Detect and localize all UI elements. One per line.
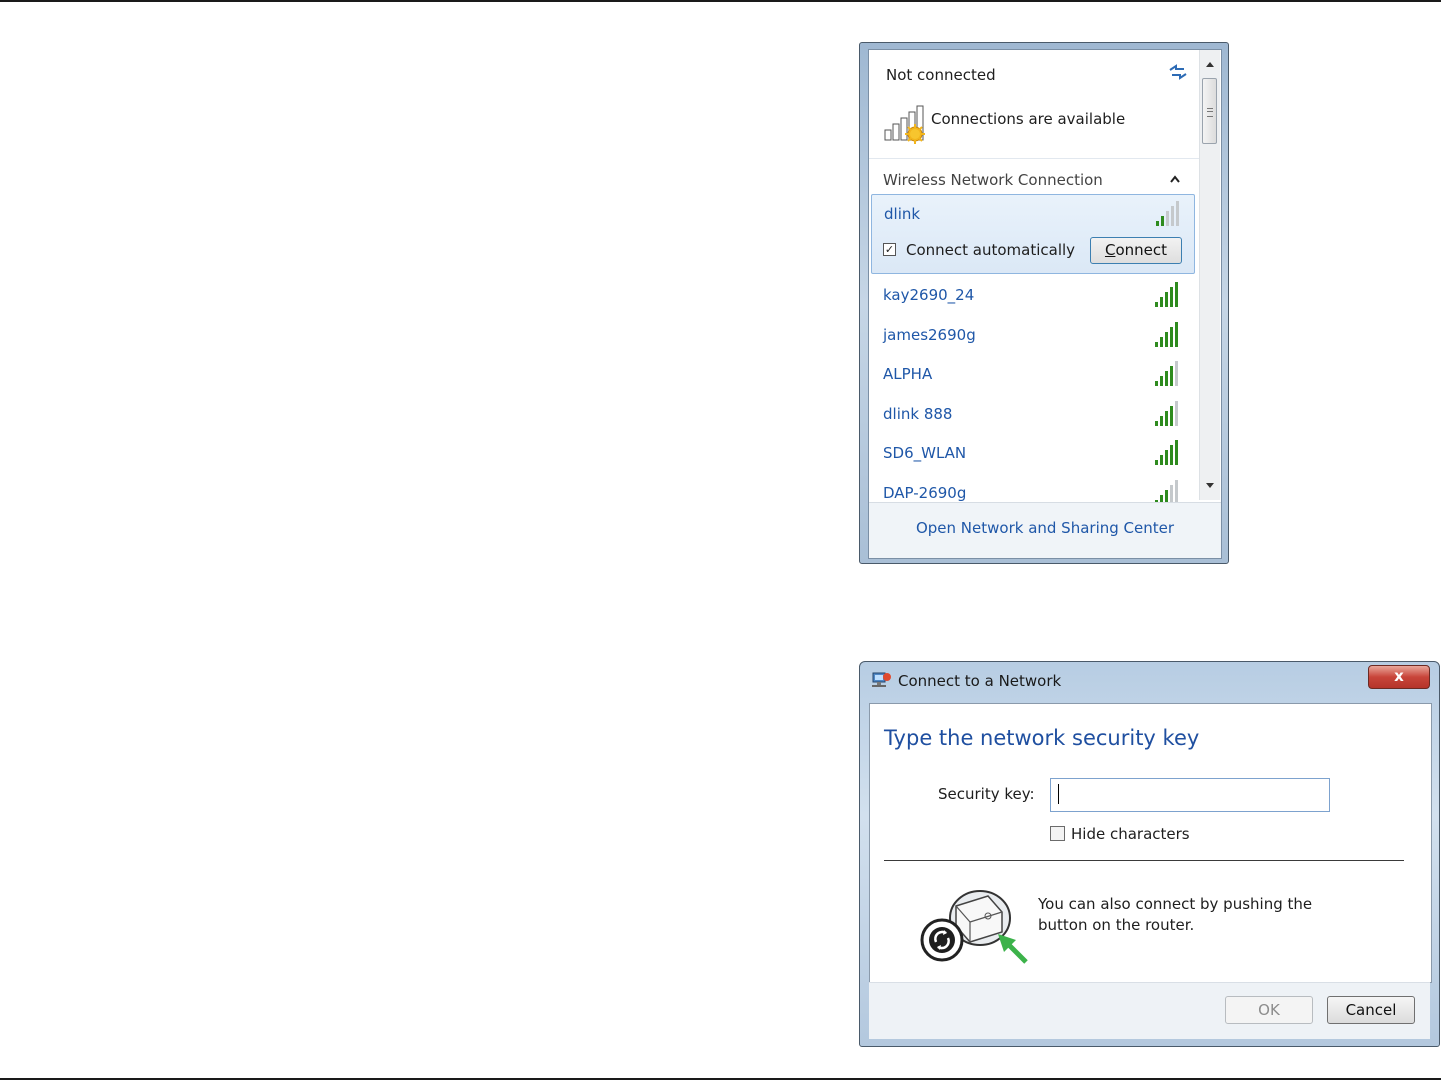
signal-bar xyxy=(1160,416,1163,426)
signal-bar xyxy=(1160,297,1163,307)
signal-bar xyxy=(1155,460,1158,465)
network-item[interactable]: dlink 888 xyxy=(869,395,1199,435)
dialog-heading: Type the network security key xyxy=(884,726,1200,750)
signal-strength-icon xyxy=(1155,361,1178,386)
signal-bar xyxy=(1156,221,1159,226)
signal-strength-icon xyxy=(1155,282,1178,307)
signal-bar xyxy=(1160,376,1163,386)
flyout-panel: Not connected Connections are available … xyxy=(868,49,1222,559)
close-button[interactable]: x xyxy=(1368,665,1430,689)
network-item-selected[interactable]: dlink ✓ Connect automatically Connect xyxy=(871,194,1195,274)
signal-bar xyxy=(1170,366,1173,386)
connect-accelerator: C xyxy=(1104,241,1116,259)
network-name: dlink 888 xyxy=(883,405,953,423)
open-network-center-link[interactable]: Open Network and Sharing Center xyxy=(869,519,1221,537)
dialog-title: Connect to a Network xyxy=(898,672,1062,690)
dialog-body: Type the network security key Security k… xyxy=(869,703,1432,983)
signal-bar xyxy=(1165,450,1168,465)
signal-strength-icon xyxy=(1155,401,1178,426)
connect-label: onnect xyxy=(1115,241,1168,259)
network-name: ALPHA xyxy=(883,365,933,383)
network-name: DAP-2690g xyxy=(883,484,967,502)
wps-router-icon xyxy=(920,890,1028,964)
chevron-up-icon[interactable] xyxy=(1169,174,1181,184)
signal-bar xyxy=(1175,282,1178,307)
network-item[interactable]: kay2690_24 xyxy=(869,276,1199,316)
cancel-button[interactable]: Cancel xyxy=(1327,996,1415,1024)
network-icon xyxy=(872,672,891,687)
signal-bar xyxy=(1170,287,1173,307)
signal-strength-icon xyxy=(1156,201,1179,226)
refresh-icon[interactable] xyxy=(1167,62,1189,82)
signal-bar xyxy=(1155,421,1158,426)
network-item[interactable]: ALPHA xyxy=(869,355,1199,395)
security-key-label: Security key: xyxy=(938,785,1035,803)
signal-bar xyxy=(1175,361,1178,386)
network-item[interactable]: james2690g xyxy=(869,316,1199,356)
top-rule xyxy=(0,0,1441,2)
scroll-down-arrow-icon[interactable] xyxy=(1205,482,1215,490)
scroll-thumb[interactable] xyxy=(1202,78,1217,144)
connect-dialog: Connect to a Network x Type the network … xyxy=(859,661,1440,1047)
signal-bar xyxy=(1175,322,1178,347)
signal-strength-icon xyxy=(1155,322,1178,347)
wireless-section-header[interactable]: Wireless Network Connection xyxy=(869,158,1199,199)
dialog-footer: OK Cancel xyxy=(869,982,1430,1039)
network-name: SD6_WLAN xyxy=(883,444,967,462)
signal-bar xyxy=(1155,342,1158,347)
connect-button[interactable]: Connect xyxy=(1090,237,1182,264)
network-item[interactable]: SD6_WLAN xyxy=(869,434,1199,474)
signal-bar xyxy=(1160,337,1163,347)
network-list-scrollbar[interactable] xyxy=(1199,50,1220,500)
signal-bar xyxy=(1160,455,1163,465)
scroll-up-arrow-icon[interactable] xyxy=(1205,60,1215,68)
signal-bar xyxy=(1165,371,1168,386)
connection-status: Not connected Connections are available xyxy=(869,50,1199,164)
wps-line: button on the router. xyxy=(1038,916,1195,934)
divider xyxy=(884,860,1404,861)
signal-bar xyxy=(1175,401,1178,426)
signal-bar xyxy=(1165,292,1168,307)
network-flyout: Not connected Connections are available … xyxy=(859,42,1229,564)
connect-automatically-checkbox[interactable]: ✓ xyxy=(883,243,896,256)
signal-bar xyxy=(1176,201,1179,226)
signal-bar xyxy=(1165,411,1168,426)
network-name: dlink xyxy=(884,205,921,223)
wps-instructions: You can also connect by pushing the butt… xyxy=(1038,894,1338,936)
signal-bar xyxy=(1170,445,1173,465)
signal-bar xyxy=(1170,406,1173,426)
availability-text: Connections are available xyxy=(931,110,1126,128)
section-title: Wireless Network Connection xyxy=(883,171,1103,189)
signal-bar xyxy=(1155,302,1158,307)
connect-automatically-label: Connect automatically xyxy=(906,241,1076,259)
signal-bar xyxy=(1175,440,1178,465)
hide-characters-label: Hide characters xyxy=(1071,825,1190,843)
signal-bar xyxy=(1170,327,1173,347)
text-caret xyxy=(1058,784,1059,804)
hide-characters-checkbox[interactable] xyxy=(1050,826,1065,841)
signal-strength-icon xyxy=(1155,440,1178,465)
signal-bar xyxy=(1166,211,1169,226)
signal-bar xyxy=(1171,206,1174,226)
connections-available-icon xyxy=(884,105,925,144)
security-key-input[interactable] xyxy=(1050,778,1330,812)
signal-bar xyxy=(1155,381,1158,386)
ok-button[interactable]: OK xyxy=(1225,996,1313,1024)
wps-line: You can also connect by pushing the xyxy=(1038,895,1313,913)
network-name: james2690g xyxy=(883,326,976,344)
flyout-footer: Open Network and Sharing Center xyxy=(869,502,1221,558)
signal-bar xyxy=(1165,332,1168,347)
grip-icon xyxy=(1207,108,1213,117)
signal-bar xyxy=(1161,216,1164,226)
network-name: kay2690_24 xyxy=(883,286,975,304)
status-text: Not connected xyxy=(886,66,996,84)
bottom-rule xyxy=(0,1078,1441,1080)
